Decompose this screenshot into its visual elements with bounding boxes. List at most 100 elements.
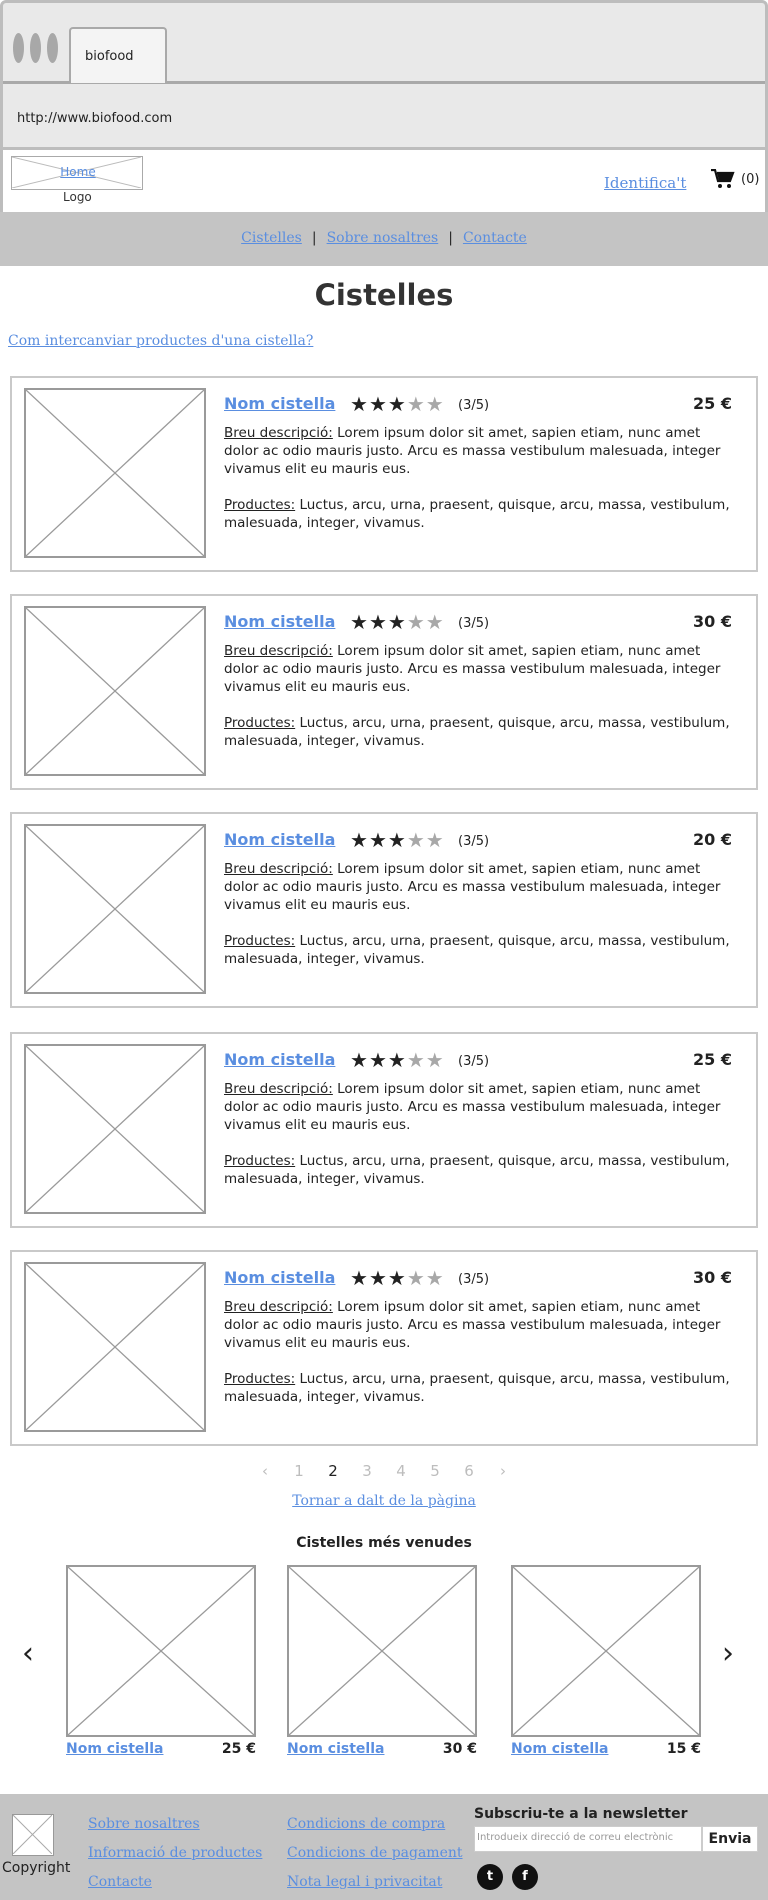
products-label: Productes: <box>224 497 296 513</box>
basket-price: 25 € <box>693 1050 732 1069</box>
star-icon: ★ <box>387 1048 407 1072</box>
twitter-icon[interactable]: t <box>477 1864 503 1890</box>
nav-item-cistelles[interactable]: Cistelles <box>241 230 302 246</box>
basket-card: Nom cistella ★★★★★ (3/5) 30 € Breu descripci… <box>10 1250 758 1446</box>
rating-text: (3/5) <box>458 1272 490 1287</box>
cart-count: (0) <box>741 171 760 187</box>
browser-tab[interactable]: biofood <box>69 27 167 83</box>
home-link[interactable]: Home <box>12 165 144 179</box>
nav-item-sobre-nosaltres[interactable]: Sobre nosaltres <box>327 230 439 246</box>
basket-products: Productes: Luctus, arcu, urna, praesent,… <box>224 496 736 532</box>
footer-logo-image <box>12 1814 53 1855</box>
best-seller-name-link[interactable]: Nom cistella <box>66 1741 163 1757</box>
carousel-next-icon[interactable]: › <box>722 1636 734 1671</box>
footer-link-about[interactable]: Sobre nosaltres <box>88 1810 262 1839</box>
basket-card: Nom cistella ★★★★★ (3/5) 25 € Breu descripci… <box>10 376 758 572</box>
star-icon: ★ <box>368 1266 388 1290</box>
basket-price: 30 € <box>693 1268 732 1287</box>
cart-icon <box>711 169 735 188</box>
footer-column-legal: Condicions de compra Condicions de pagam… <box>287 1810 463 1897</box>
basket-price: 30 € <box>693 612 732 631</box>
logo-placeholder[interactable]: Home <box>11 156 143 190</box>
star-icon: ★ <box>368 828 388 852</box>
rating-stars: ★★★★★ <box>350 1048 445 1072</box>
basket-image-placeholder[interactable] <box>24 1044 206 1214</box>
star-icon: ★ <box>350 392 369 416</box>
basket-products: Productes: Luctus, arcu, urna, praesent,… <box>224 1152 736 1188</box>
star-icon: ★ <box>406 392 426 416</box>
basket-description: Breu descripció: Lorem ipsum dolor sit a… <box>224 1080 736 1134</box>
site-header: Home Logo Identifica't (0) <box>0 150 768 212</box>
back-to-top-link[interactable]: Tornar a dalt de la pàgina <box>0 1493 768 1509</box>
best-seller-image-placeholder[interactable] <box>66 1565 256 1737</box>
carousel-prev-icon[interactable]: ‹ <box>22 1636 34 1671</box>
basket-name-link[interactable]: Nom cistella <box>224 612 335 631</box>
window-minimize-dot[interactable] <box>30 33 41 63</box>
image-placeholder-cross <box>25 607 205 775</box>
footer-column-info: Sobre nosaltres Informació de productes … <box>88 1810 262 1897</box>
best-seller-name-link[interactable]: Nom cistella <box>511 1741 608 1757</box>
basket-card: Nom cistella ★★★★★ (3/5) 20 € Breu descripci… <box>10 812 758 1008</box>
browser-window: biofood http://www.biofood.com <box>0 0 768 150</box>
star-icon: ★ <box>425 610 445 634</box>
newsletter-title: Subscriu-te a la newsletter <box>474 1806 688 1822</box>
footer-link-purchase-terms[interactable]: Condicions de compra <box>287 1810 463 1839</box>
footer-link-contact[interactable]: Contacte <box>88 1868 262 1897</box>
basket-name-link[interactable]: Nom cistella <box>224 830 335 849</box>
products-text: Luctus, arcu, urna, praesent, quisque, a… <box>224 933 730 967</box>
basket-image-placeholder[interactable] <box>24 388 206 558</box>
star-icon: ★ <box>387 828 407 852</box>
description-label: Breu descripció: <box>224 425 333 441</box>
cart-button[interactable]: (0) <box>711 169 759 189</box>
footer-link-payment-terms[interactable]: Condicions de pagament <box>287 1839 463 1868</box>
basket-image-placeholder[interactable] <box>24 824 206 994</box>
products-label: Productes: <box>224 715 296 731</box>
star-icon: ★ <box>425 1048 445 1072</box>
basket-image-placeholder[interactable] <box>24 606 206 776</box>
site-footer: Copyright Sobre nosaltres Informació de … <box>0 1794 768 1900</box>
window-maximize-dot[interactable] <box>47 33 58 63</box>
page-link[interactable]: 6 <box>452 1462 486 1480</box>
star-icon: ★ <box>350 1048 369 1072</box>
rating-text: (3/5) <box>458 398 490 413</box>
footer-link-product-info[interactable]: Informació de productes <box>88 1839 262 1868</box>
page-link-current[interactable]: 2 <box>316 1462 350 1480</box>
copyright-text: Copyright <box>2 1860 71 1876</box>
image-placeholder-cross <box>25 825 205 993</box>
products-text: Luctus, arcu, urna, praesent, quisque, a… <box>224 715 730 749</box>
page-link[interactable]: 1 <box>282 1462 316 1480</box>
best-seller-item: Nom cistella 15 € <box>511 1565 705 1759</box>
nav-item-contacte[interactable]: Contacte <box>463 230 527 246</box>
basket-name-link[interactable]: Nom cistella <box>224 1050 335 1069</box>
rating-stars: ★★★★★ <box>350 1266 445 1290</box>
star-icon: ★ <box>387 610 407 634</box>
address-bar[interactable]: http://www.biofood.com <box>17 111 172 126</box>
page-link[interactable]: 5 <box>418 1462 452 1480</box>
newsletter-email-input[interactable]: Introdueix direcció de correu electrònic <box>474 1826 702 1852</box>
basket-name-link[interactable]: Nom cistella <box>224 1268 335 1287</box>
basket-price: 25 € <box>693 394 732 413</box>
footer-link-legal-privacy[interactable]: Nota legal i privacitat <box>287 1868 463 1897</box>
products-text: Luctus, arcu, urna, praesent, quisque, a… <box>224 1153 730 1187</box>
pagination-prev-icon[interactable]: ‹ <box>248 1462 282 1480</box>
image-placeholder-cross <box>25 1263 205 1431</box>
newsletter-submit-button[interactable]: Envia <box>702 1826 758 1852</box>
description-label: Breu descripció: <box>224 861 333 877</box>
image-placeholder-cross <box>67 1566 255 1736</box>
best-seller-image-placeholder[interactable] <box>287 1565 477 1737</box>
star-icon: ★ <box>368 392 388 416</box>
basket-price: 20 € <box>693 830 732 849</box>
basket-name-link[interactable]: Nom cistella <box>224 394 335 413</box>
best-seller-image-placeholder[interactable] <box>511 1565 701 1737</box>
window-close-dot[interactable] <box>13 33 24 63</box>
basket-image-placeholder[interactable] <box>24 1262 206 1432</box>
page-link[interactable]: 4 <box>384 1462 418 1480</box>
login-link[interactable]: Identifica't <box>604 174 686 192</box>
swap-products-link[interactable]: Com intercanviar productes d'una cistell… <box>8 333 313 349</box>
star-icon: ★ <box>406 828 426 852</box>
best-seller-name-link[interactable]: Nom cistella <box>287 1741 384 1757</box>
pagination-next-icon[interactable]: › <box>486 1462 520 1480</box>
products-label: Productes: <box>224 1371 296 1387</box>
page-link[interactable]: 3 <box>350 1462 384 1480</box>
facebook-icon[interactable]: f <box>512 1864 538 1890</box>
